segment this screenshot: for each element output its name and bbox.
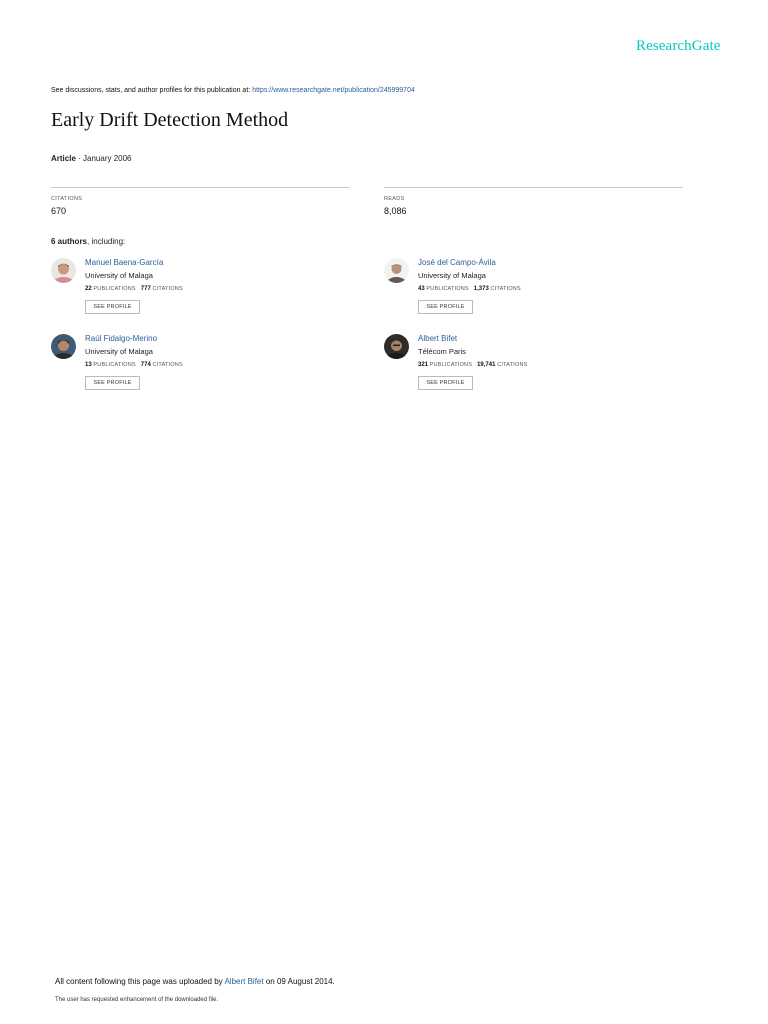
author-citations-count: 1,373 xyxy=(473,286,489,292)
see-profile-button[interactable]: SEE PROFILE xyxy=(418,300,473,314)
author-name[interactable]: Manuel Baena-García xyxy=(85,258,163,267)
see-profile-button[interactable]: SEE PROFILE xyxy=(85,376,140,390)
researchgate-logo[interactable]: ResearchGate xyxy=(636,38,720,55)
author-name[interactable]: José del Campo-Ávila xyxy=(418,258,496,267)
author-stats: 321 PUBLICATIONS 19,741 CITATIONS xyxy=(418,362,528,368)
publications-label: PUBLICATIONS xyxy=(93,362,136,368)
author-citations-label: CITATIONS xyxy=(490,286,521,292)
author-citations-count: 777 xyxy=(140,286,151,292)
author-institution: Télécom Paris xyxy=(418,347,466,356)
publications-label: PUBLICATIONS xyxy=(93,286,136,292)
reads-value: 8,086 xyxy=(384,206,407,216)
publication-meta: Article · January 2006 xyxy=(51,154,132,163)
author-name[interactable]: Raúl Fidalgo-Merino xyxy=(85,334,157,343)
uploader-link[interactable]: Albert Bifet xyxy=(224,977,263,986)
author-citations-count: 774 xyxy=(140,362,151,368)
avatar[interactable] xyxy=(51,334,76,359)
see-profile-button[interactable]: SEE PROFILE xyxy=(85,300,140,314)
author-card: Raúl Fidalgo-Merino University of Malaga… xyxy=(51,334,351,398)
author-card: Manuel Baena-García University of Malaga… xyxy=(51,258,351,322)
citations-label: CITATIONS xyxy=(51,196,83,202)
author-citations-count: 19,741 xyxy=(477,362,496,368)
reads-stat: READS 8,086 xyxy=(384,187,683,216)
enhancement-note: The user has requested enhancement of th… xyxy=(55,997,219,1003)
author-citations-label: CITATIONS xyxy=(152,362,183,368)
publications-count: 13 xyxy=(85,362,92,368)
reads-label: READS xyxy=(384,196,405,202)
page-title: Early Drift Detection Method xyxy=(51,109,289,131)
publications-label: PUBLICATIONS xyxy=(426,286,469,292)
authors-suffix: , including: xyxy=(87,237,126,246)
authors-count: 6 authors xyxy=(51,237,88,246)
avatar[interactable] xyxy=(384,334,409,359)
authors-heading: 6 authors, including: xyxy=(51,237,125,246)
publication-type: Article xyxy=(51,154,76,163)
avatar[interactable] xyxy=(384,258,409,283)
upload-note: All content following this page was uplo… xyxy=(55,977,335,986)
author-card: José del Campo-Ávila University of Malag… xyxy=(384,258,684,322)
author-card: Albert Bifet Télécom Paris 321 PUBLICATI… xyxy=(384,334,684,398)
publications-count: 43 xyxy=(418,286,425,292)
author-stats: 13 PUBLICATIONS 774 CITATIONS xyxy=(85,362,183,368)
publications-label: PUBLICATIONS xyxy=(429,362,473,368)
citations-stat: CITATIONS 670 xyxy=(51,187,350,216)
see-profile-button[interactable]: SEE PROFILE xyxy=(418,376,473,390)
author-citations-label: CITATIONS xyxy=(152,286,183,292)
publication-link[interactable]: https://www.researchgate.net/publication… xyxy=(252,87,415,94)
upload-prefix: All content following this page was uplo… xyxy=(55,977,223,986)
author-stats: 43 PUBLICATIONS 1,373 CITATIONS xyxy=(418,286,521,292)
publications-count: 321 xyxy=(418,362,429,368)
publication-date: · January 2006 xyxy=(78,154,132,163)
publications-count: 22 xyxy=(85,286,92,292)
author-citations-label: CITATIONS xyxy=(497,362,528,368)
discussion-line: See discussions, stats, and author profi… xyxy=(51,87,415,94)
avatar[interactable] xyxy=(51,258,76,283)
author-institution: University of Malaga xyxy=(85,347,153,356)
citations-value: 670 xyxy=(51,206,67,216)
author-name[interactable]: Albert Bifet xyxy=(418,334,457,343)
author-institution: University of Malaga xyxy=(85,271,153,280)
upload-suffix: on 09 August 2014. xyxy=(265,977,335,986)
author-stats: 22 PUBLICATIONS 777 CITATIONS xyxy=(85,286,183,292)
discussion-text: See discussions, stats, and author profi… xyxy=(51,87,251,94)
author-institution: University of Malaga xyxy=(418,271,486,280)
